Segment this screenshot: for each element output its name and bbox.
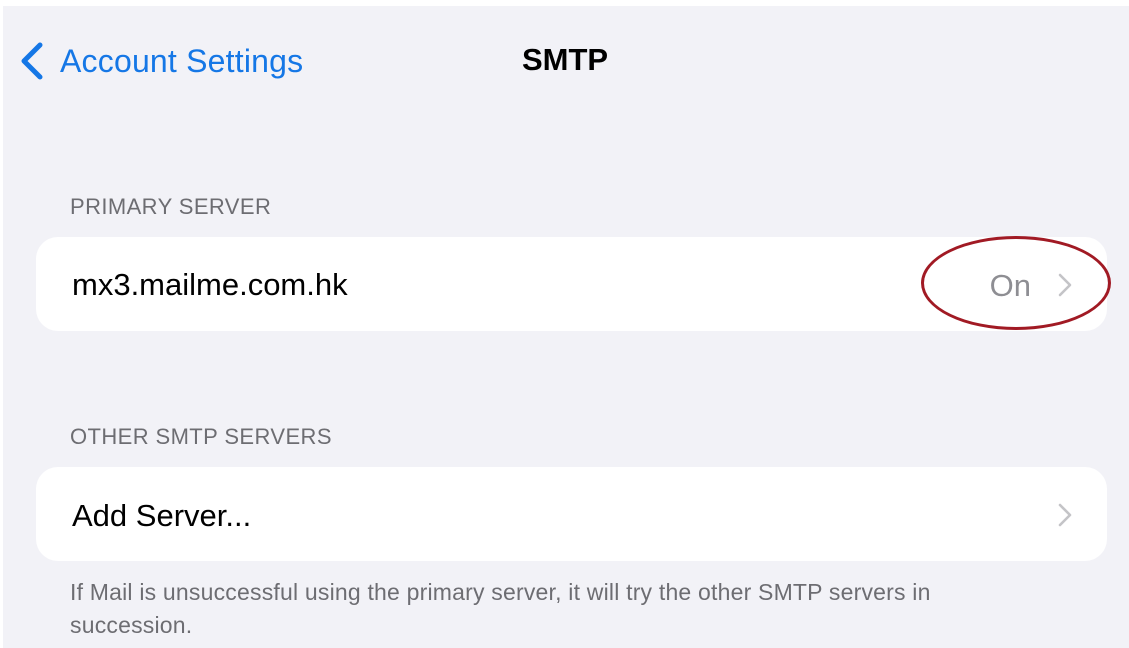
other-servers-group: Add Server... [36,467,1107,561]
page-title: SMTP [522,42,609,77]
chevron-right-icon [1058,273,1072,297]
add-server-row[interactable]: Add Server... [36,467,1107,561]
other-servers-header: OTHER SMTP SERVERS [70,424,332,449]
primary-server-group: mx3.mailme.com.hk On [36,237,1107,331]
back-button[interactable]: Account Settings [18,36,303,86]
chevron-left-icon [21,42,43,80]
primary-server-status: On [989,268,1031,303]
primary-server-header: PRIMARY SERVER [70,194,272,219]
footer-note: If Mail is unsuccessful using the primar… [70,579,931,638]
chevron-right-icon [1058,503,1072,527]
navigation-bar: Account Settings SMTP [0,6,1129,116]
primary-server-row[interactable]: mx3.mailme.com.hk On [36,237,1107,331]
back-button-label: Account Settings [60,42,304,79]
add-server-label: Add Server... [72,498,252,533]
smtp-settings-screen: Account Settings SMTP PRIMARY SERVER mx3… [0,0,1129,648]
primary-server-name: mx3.mailme.com.hk [72,267,348,302]
